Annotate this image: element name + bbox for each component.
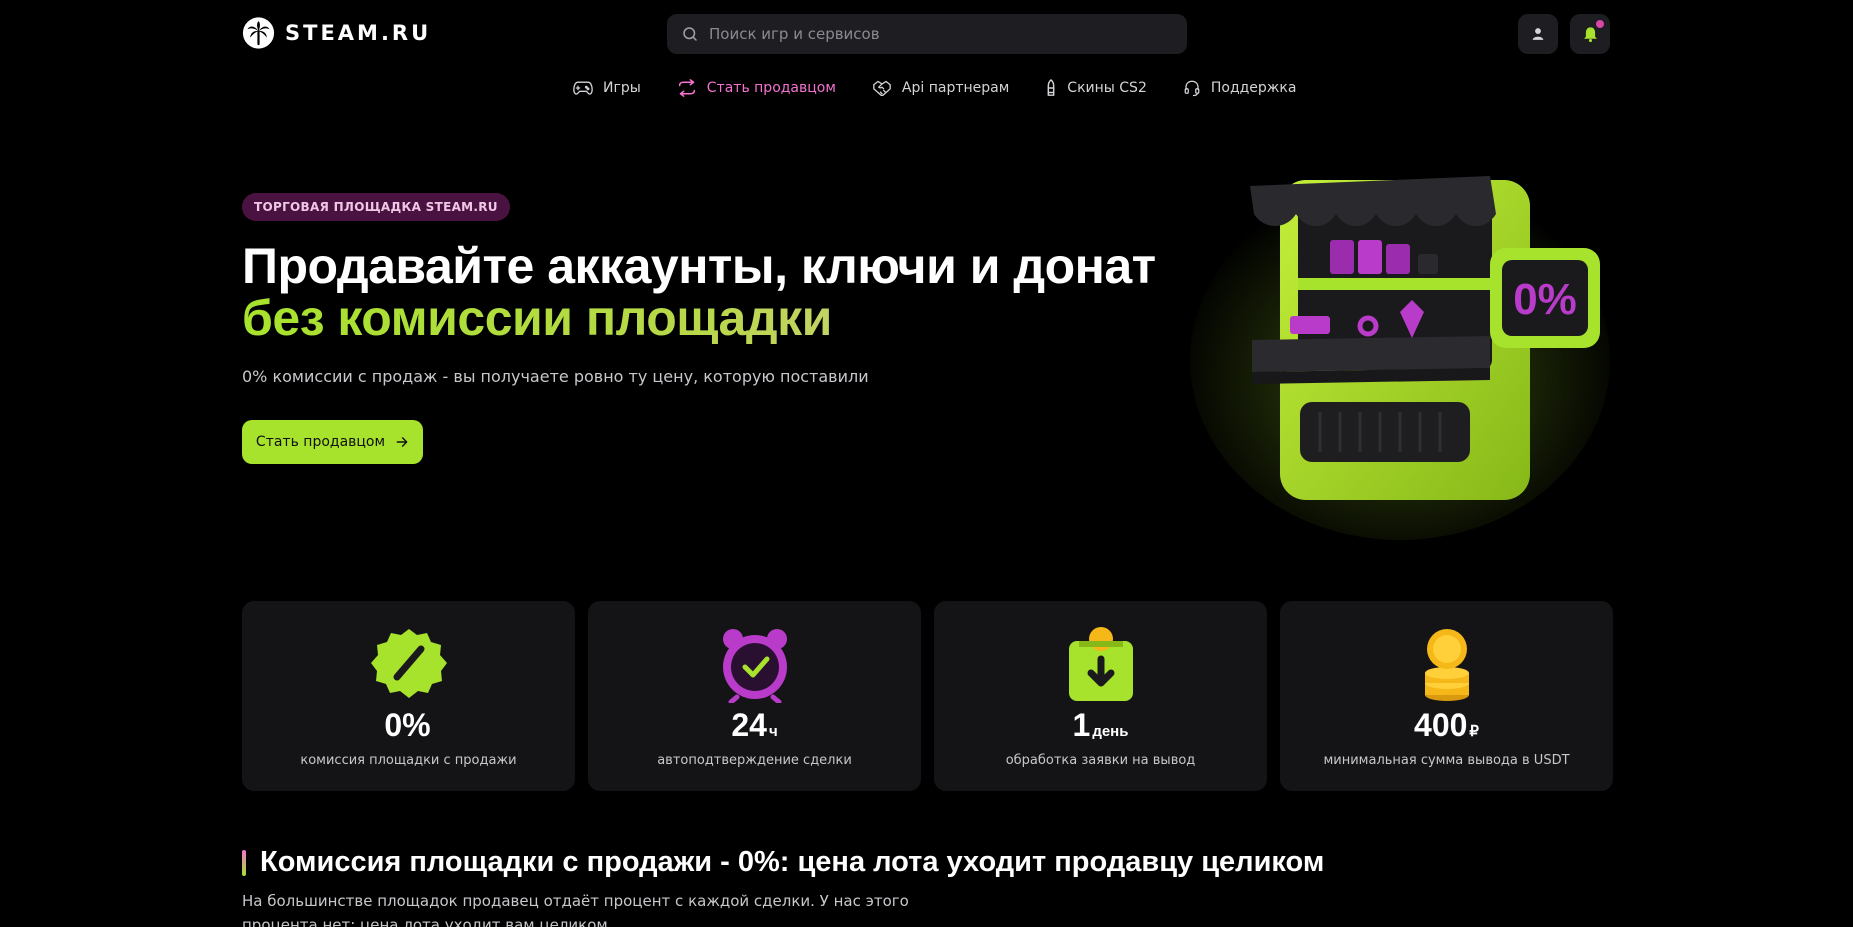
brand-logo[interactable]: STEAM.RU (242, 15, 431, 51)
stat-label: комиссия площадки с продажи (300, 753, 517, 768)
stat-label: автоподтверждение сделки (657, 753, 852, 768)
nav-item-games[interactable]: Игры (573, 76, 641, 100)
stat-card-commission: 0% комиссия площадки с продажи (242, 601, 575, 791)
hero-title-line2: без комиссии площадки (242, 292, 1156, 344)
stat-label: минимальная сумма вывода в USDT (1323, 753, 1570, 768)
brand-name: STEAM.RU (285, 21, 432, 45)
hero-subtitle: 0% комиссии с продаж - вы получаете ровн… (242, 367, 869, 386)
stat-card-min-withdraw: 400 ₽ минимальная сумма вывода в USDT (1280, 601, 1613, 791)
nav-item-label: Api партнерам (901, 80, 1010, 96)
stat-value: 24 ч (731, 707, 778, 743)
stat-value: 1 день (1072, 707, 1129, 743)
nav-item-cs2-skins[interactable]: Скины CS2 (1045, 76, 1147, 100)
hero-badge: ТОРГОВАЯ ПЛОЩАДКА STEAM.RU (242, 193, 510, 221)
hero-title: Продавайте аккаунты, ключи и донат без к… (242, 240, 1156, 344)
nav-item-api-partners[interactable]: Api партнерам (872, 76, 1009, 100)
bullet-icon (1047, 79, 1055, 96)
section-accent-bar (242, 849, 246, 876)
nav-item-label: Скины CS2 (1067, 80, 1147, 96)
user-icon (1532, 28, 1544, 40)
percent-badge-icon (370, 629, 447, 698)
headset-icon (1184, 80, 1200, 97)
stat-card-autoconfirm: 24 ч автоподтверждение сделки (588, 601, 921, 791)
stat-card-withdraw-time: 1 день обработка заявки на вывод (934, 601, 1267, 791)
section-text: На большинстве площадок продавец отдаёт … (242, 892, 909, 927)
coins-stack-icon (1424, 629, 1469, 701)
withdraw-box-icon (1068, 627, 1133, 701)
stats-row: 0% комиссия площадки с продажи 24 ч автоп… (242, 601, 1613, 791)
market-stall-illustration: 0% (1190, 176, 1610, 540)
stat-value: 0% (384, 707, 431, 743)
nav-item-label: Стать продавцом (706, 80, 836, 96)
main-nav: Игры Стать продавцом Api партнерам Скины… (573, 76, 1332, 100)
stat-label: обработка заявки на вывод (1005, 753, 1196, 768)
search-icon (683, 27, 697, 41)
nav-item-label: Поддержка (1210, 80, 1297, 96)
section-title: Комиссия площадки с продажи - 0%: цена л… (242, 846, 1324, 879)
section-title-text: Комиссия площадки с продажи - 0%: цена л… (260, 846, 1325, 878)
nav-item-label: Игры (603, 80, 641, 96)
become-seller-button[interactable]: Стать продавцом (242, 420, 423, 464)
alarm-clock-icon (722, 629, 787, 703)
handshake-icon (873, 80, 891, 97)
stat-value: 400 ₽ (1414, 707, 1479, 743)
hero-art-sign-text: 0% (1513, 275, 1577, 324)
gamepad-icon (573, 81, 593, 95)
hero-title-line1: Продавайте аккаунты, ключи и донат (242, 238, 1156, 294)
search-input[interactable] (709, 25, 1149, 43)
palm-logo-icon (242, 17, 275, 49)
nav-item-become-seller[interactable]: Стать продавцом (677, 76, 836, 100)
arrow-right-icon (396, 437, 408, 447)
nav-item-support[interactable]: Поддержка (1183, 76, 1297, 100)
search-bar[interactable] (667, 14, 1187, 54)
notification-dot (1596, 20, 1604, 28)
bell-icon (1583, 26, 1597, 42)
notifications-button[interactable] (1570, 14, 1610, 54)
profile-button[interactable] (1518, 14, 1558, 54)
exchange-icon (678, 79, 695, 97)
cta-label: Стать продавцом (255, 434, 386, 450)
